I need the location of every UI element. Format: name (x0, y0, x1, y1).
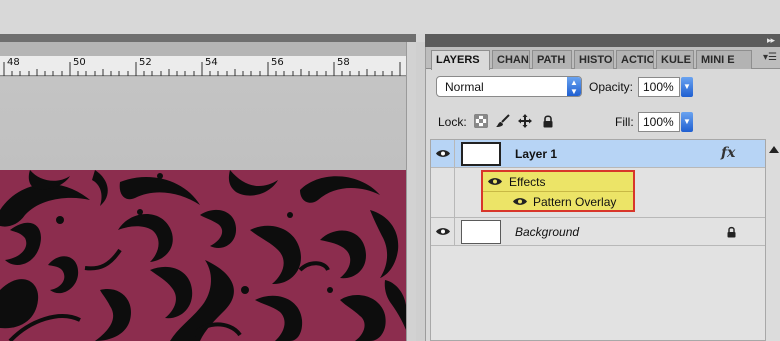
eye-icon (436, 150, 450, 157)
ruler-label: 50 (73, 57, 86, 68)
panel-dock-header: ▸▸ (425, 34, 780, 47)
layers-panel: LAYERS CHAN PATH HISTO ACTIO KULE MINI E… (425, 47, 780, 341)
opacity-label: Opacity: (589, 80, 634, 94)
layer-row-background[interactable]: Background (431, 218, 765, 246)
lock-transparent-icon[interactable] (474, 114, 488, 128)
tab-actions[interactable]: ACTIO (616, 50, 654, 69)
document-window-edge (0, 34, 416, 42)
blend-mode-value: Normal (445, 80, 484, 94)
image-canvas[interactable] (0, 170, 406, 341)
effects-row[interactable]: Effects (483, 172, 633, 191)
effects-eye-column (431, 168, 455, 217)
lock-label: Lock: (438, 115, 467, 129)
ruler-label: 52 (139, 57, 152, 68)
opacity-dropdown-button[interactable]: ▼ (681, 77, 693, 97)
tab-channels[interactable]: CHAN (492, 50, 530, 69)
lock-paint-icon[interactable] (496, 114, 510, 128)
fill-input[interactable]: 100% (638, 112, 680, 132)
tab-kuler[interactable]: KULE (656, 50, 694, 69)
ruler-label: 54 (205, 57, 218, 68)
panel-gutter (416, 42, 425, 341)
effects-label: Effects (509, 175, 546, 189)
fill-dropdown-button[interactable]: ▼ (681, 112, 693, 132)
lock-all-icon[interactable] (541, 114, 555, 128)
visibility-toggle[interactable] (431, 218, 455, 245)
ruler-label: 56 (271, 57, 284, 68)
fill-label: Fill: (615, 115, 634, 129)
eye-icon[interactable] (488, 177, 502, 186)
collapse-icon[interactable]: ▸▸ (767, 35, 775, 46)
tab-layers[interactable]: LAYERS (431, 50, 490, 70)
effects-highlight: Effects Pattern Overlay (481, 170, 635, 212)
damask-pattern (0, 170, 406, 341)
tab-history[interactable]: HISTO (574, 50, 614, 69)
tab-mini-bridge[interactable]: MINI E (696, 50, 752, 69)
app-top-bar (0, 0, 780, 34)
chevron-updown-icon: ▲ ▼ (567, 77, 581, 96)
opacity-input[interactable]: 100% (638, 77, 680, 97)
layer-thumbnail[interactable] (461, 220, 501, 244)
layers-list: Layer 1 fx Effects Pattern Overlay Backg… (430, 139, 780, 341)
lock-icon (727, 226, 736, 238)
blend-mode-select[interactable]: Normal ▲ ▼ (436, 76, 582, 97)
document-area: 48 50 52 54 56 58 (0, 42, 406, 341)
panel-tabs: LAYERS CHAN PATH HISTO ACTIO KULE MINI E… (426, 47, 780, 70)
visibility-toggle[interactable] (431, 140, 455, 167)
layer-row-layer-1[interactable]: Layer 1 fx (431, 140, 765, 168)
horizontal-ruler: 48 50 52 54 56 58 (0, 56, 406, 76)
layer-name[interactable]: Layer 1 (515, 147, 557, 161)
scroll-up-icon[interactable] (769, 146, 779, 153)
layer-name[interactable]: Background (515, 225, 579, 239)
pattern-overlay-label: Pattern Overlay (533, 195, 617, 209)
pattern-overlay-row[interactable]: Pattern Overlay (483, 192, 633, 211)
eye-icon[interactable] (513, 197, 527, 206)
tab-paths[interactable]: PATH (532, 50, 572, 69)
vertical-scrollbar[interactable] (406, 42, 416, 341)
fx-icon[interactable]: fx (721, 145, 735, 161)
layers-scrollbar[interactable] (765, 140, 780, 341)
lock-move-icon[interactable] (518, 114, 532, 128)
ruler-label: 48 (7, 57, 20, 68)
ruler-label: 58 (337, 57, 350, 68)
eye-icon (436, 228, 450, 235)
panel-menu-icon[interactable]: ▾☰ (763, 52, 777, 63)
layer-thumbnail[interactable] (461, 142, 501, 166)
